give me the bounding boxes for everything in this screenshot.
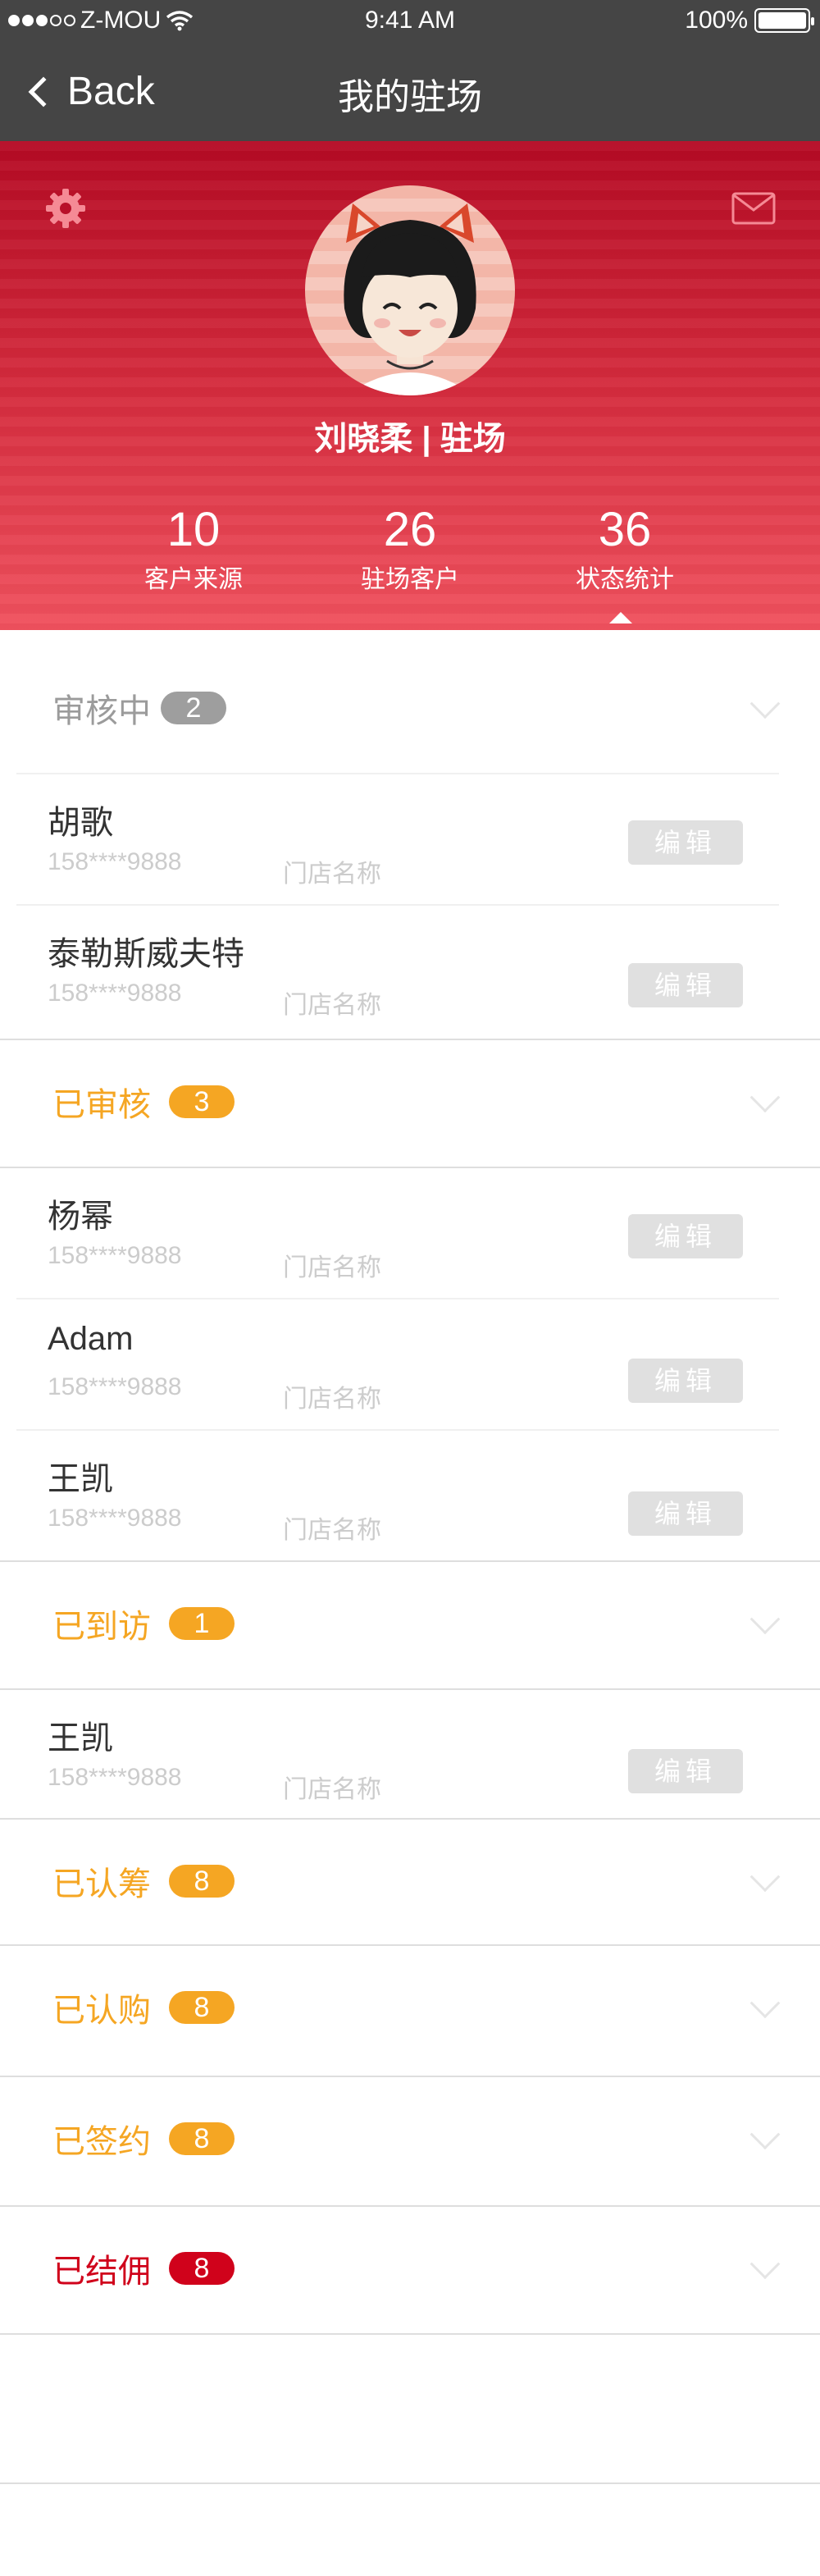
list-item[interactable]: 王凯 158****9888 门店名称 编辑: [0, 1431, 820, 1560]
count-badge: 8: [169, 1865, 235, 1898]
stat-value: 36: [598, 503, 652, 556]
edit-button[interactable]: 编辑: [628, 1749, 743, 1793]
list-item[interactable]: 杨幂 158****9888 门店名称 编辑: [0, 1168, 820, 1298]
chevron-down-icon: [749, 1604, 781, 1635]
section-header-approved[interactable]: 已审核 3: [0, 1040, 820, 1163]
customer-name: Adam: [48, 1321, 134, 1357]
customer-name: 胡歌: [48, 805, 113, 841]
stat-status-summary[interactable]: 36 状态统计: [526, 502, 723, 595]
edit-button[interactable]: 编辑: [628, 963, 743, 1007]
avatar[interactable]: [305, 185, 515, 395]
battery-percent: 100%: [685, 7, 748, 34]
store-name: 门店名称: [283, 1386, 381, 1413]
stat-onsite-customers[interactable]: 26 驻场客户: [312, 502, 508, 595]
section-title: 已认筹: [52, 1866, 151, 1902]
mail-icon[interactable]: [731, 192, 776, 225]
store-name: 门店名称: [283, 1776, 381, 1803]
section-header-purchased[interactable]: 已认购 8: [0, 1946, 820, 2069]
status-bar: Z-MOU 9:41 AM 100%: [0, 0, 820, 44]
stat-label: 客户来源: [144, 566, 243, 593]
count-badge: 8: [169, 1991, 235, 2024]
section-header-subscribed[interactable]: 已认筹 8: [0, 1820, 820, 1943]
section-header-visited[interactable]: 已到访 1: [0, 1562, 820, 1685]
customer-name: 杨幂: [48, 1199, 113, 1235]
list-item[interactable]: 泰勒斯威夫特 158****9888 门店名称 编辑: [0, 906, 820, 1035]
count-badge: 2: [161, 692, 226, 724]
store-name: 门店名称: [283, 992, 381, 1019]
count-badge: 8: [169, 2122, 235, 2155]
section-header-commission-settled[interactable]: 已结佣 8: [0, 2207, 820, 2330]
list-item[interactable]: Adam 158****9888 门店名称 编辑: [0, 1299, 820, 1429]
edit-button[interactable]: 编辑: [628, 820, 743, 865]
customer-phone: 158****9888: [48, 1505, 182, 1532]
section-title: 已认购: [52, 1993, 151, 2029]
count-badge: 8: [169, 2252, 235, 2285]
user-name: 刘晓柔 | 驻场: [314, 421, 506, 457]
chevron-down-icon: [749, 2249, 781, 2280]
chevron-down-icon: [749, 2119, 781, 2150]
profile-header: 刘晓柔 | 驻场 10 客户来源 26 驻场客户 36 状态统计: [0, 141, 820, 630]
chevron-down-icon: [749, 1082, 781, 1113]
customer-phone: 158****9888: [48, 848, 182, 875]
stat-label: 状态统计: [576, 566, 674, 593]
chevron-down-icon: [749, 1861, 781, 1893]
navigation-bar: Back 我的驻场: [0, 44, 820, 141]
section-title: 已审核: [52, 1087, 151, 1123]
edit-button[interactable]: 编辑: [628, 1214, 743, 1258]
store-name: 门店名称: [283, 1254, 381, 1281]
stats-bar: 10 客户来源 26 驻场客户 36 状态统计: [0, 502, 820, 617]
stat-value: 26: [383, 503, 437, 556]
gear-icon[interactable]: [44, 187, 87, 230]
count-badge: 3: [169, 1085, 235, 1118]
battery-status: 100%: [685, 7, 814, 34]
section-header-reviewing[interactable]: 审核中 2: [0, 646, 820, 770]
customer-name: 王凯: [48, 1720, 113, 1756]
section-header-signed[interactable]: 已签约 8: [0, 2077, 820, 2200]
stat-label: 驻场客户: [361, 566, 459, 593]
edit-button[interactable]: 编辑: [628, 1491, 743, 1536]
customer-name: 泰勒斯威夫特: [48, 936, 244, 972]
chevron-down-icon: [749, 1988, 781, 2019]
section-title: 已结佣: [52, 2254, 151, 2290]
customer-phone: 158****9888: [48, 1764, 182, 1791]
battery-icon: [754, 8, 814, 33]
stat-customer-source[interactable]: 10 客户来源: [95, 502, 292, 595]
customer-phone: 158****9888: [48, 1242, 182, 1269]
store-name: 门店名称: [283, 1517, 381, 1544]
customer-name: 王凯: [48, 1461, 113, 1497]
section-title: 审核中: [52, 693, 151, 729]
section-title: 已签约: [52, 2124, 151, 2160]
chevron-down-icon: [749, 688, 781, 719]
list-item[interactable]: 胡歌 158****9888 门店名称 编辑: [0, 774, 820, 904]
section-divider: [0, 2333, 820, 2335]
customer-phone: 158****9888: [48, 980, 182, 1007]
edit-button[interactable]: 编辑: [628, 1359, 743, 1403]
bottom-divider: [0, 2482, 820, 2484]
avatar-illustration: [344, 203, 476, 395]
page-title: 我的驻场: [338, 77, 482, 117]
list-item[interactable]: 王凯 158****9888 门店名称 编辑: [0, 1690, 820, 1820]
stat-value: 10: [166, 503, 221, 556]
active-tab-indicator: [609, 612, 632, 623]
count-badge: 1: [169, 1607, 235, 1640]
store-name: 门店名称: [283, 861, 381, 888]
section-title: 已到访: [52, 1609, 151, 1645]
customer-phone: 158****9888: [48, 1373, 182, 1400]
